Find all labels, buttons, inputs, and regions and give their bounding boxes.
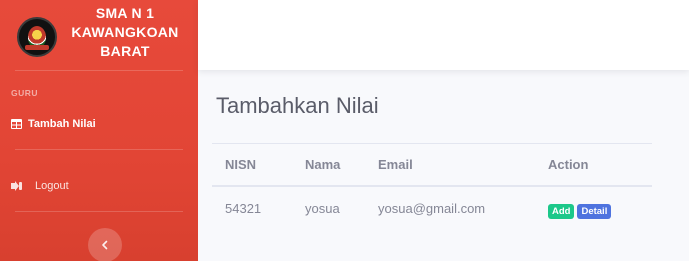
brand-line-1: SMA N 1 (95, 5, 155, 21)
detail-button[interactable]: Detail (577, 204, 612, 219)
sidebar: SMA N 1 KAWANGKOAN BARAT GURU Tambah Nil… (0, 0, 198, 261)
sign-out-icon (11, 181, 22, 192)
app: SMA N 1 KAWANGKOAN BARAT GURU Tambah Nil… (0, 0, 689, 261)
students-table: NISN Nama Email Action 54321 yosua yosua… (212, 143, 652, 230)
cell-nama: yosua (305, 201, 340, 216)
sidebar-item-logout[interactable]: Logout (11, 180, 69, 192)
sidebar-brand[interactable]: SMA N 1 KAWANGKOAN BARAT (0, 0, 198, 70)
topbar (198, 0, 689, 70)
cell-email: yosua@gmail.com (378, 201, 486, 216)
brand-text: SMA N 1 KAWANGKOAN BARAT (62, 4, 188, 61)
ribbon-icon (25, 45, 49, 50)
sidebar-divider (15, 70, 183, 71)
column-header-email: Email (378, 157, 413, 172)
sidebar-divider (15, 149, 183, 150)
column-header-nisn: NISN (225, 157, 257, 172)
sidebar-item-tambah-nilai[interactable]: Tambah Nilai (11, 118, 96, 130)
column-header-nama: Nama (305, 157, 341, 172)
sidebar-heading: GURU (11, 88, 39, 98)
cell-action: Add Detail (548, 202, 612, 219)
school-logo (17, 17, 57, 57)
sidebar-item-label: Logout (35, 180, 69, 192)
sidebar-divider (15, 211, 183, 212)
table-row: 54321 yosua yosua@gmail.com Add Detail (212, 187, 652, 230)
sidebar-item-label: Tambah Nilai (28, 118, 96, 130)
add-button[interactable]: Add (548, 204, 575, 219)
table-header-row: NISN Nama Email Action (212, 143, 652, 187)
sidebar-toggle-button[interactable] (88, 228, 122, 261)
chevron-left-icon (100, 237, 110, 253)
column-header-action: Action (548, 157, 589, 172)
table-icon (11, 119, 22, 130)
cell-nisn: 54321 (225, 201, 262, 216)
brand-line-2: KAWANGKOAN (71, 24, 179, 40)
brand-line-3: BARAT (100, 43, 150, 59)
page-title: Tambahkan Nilai (216, 93, 379, 118)
